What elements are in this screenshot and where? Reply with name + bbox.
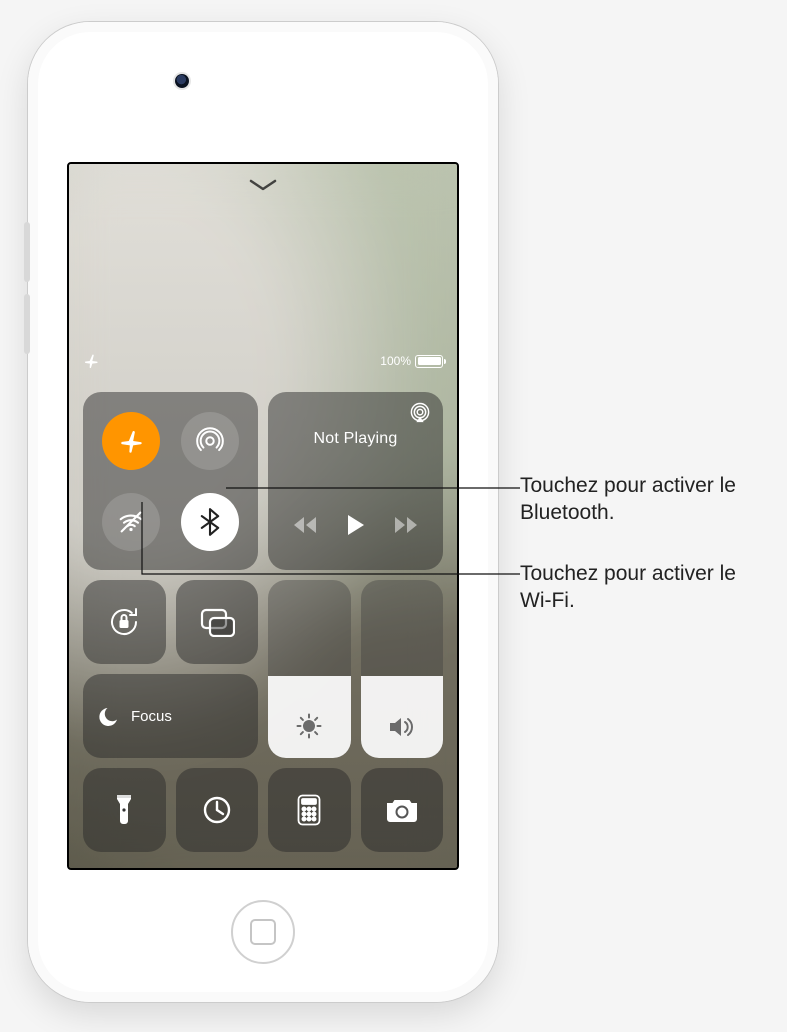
callout-bluetooth: Touchez pour activer le Bluetooth.	[520, 472, 768, 527]
front-camera	[175, 74, 189, 88]
battery-percent: 100%	[380, 354, 411, 368]
brightness-icon	[296, 713, 322, 744]
media-state-label: Not Playing	[268, 430, 443, 448]
airplane-status-icon	[83, 353, 99, 369]
calculator-button[interactable]	[268, 768, 351, 852]
bluetooth-button[interactable]	[181, 493, 239, 551]
volume-slider[interactable]	[361, 580, 444, 758]
focus-label: Focus	[131, 708, 172, 725]
chevron-down-icon[interactable]	[249, 178, 277, 197]
device-frame: 100%	[28, 22, 498, 1002]
control-center: Not Playing	[83, 392, 443, 852]
airdrop-button[interactable]	[181, 412, 239, 470]
home-button[interactable]	[231, 900, 295, 964]
volume-down-physical	[24, 294, 30, 354]
wifi-button[interactable]	[102, 493, 160, 551]
skip-forward-icon[interactable]	[393, 515, 417, 540]
status-bar: 100%	[69, 352, 457, 370]
skip-back-icon[interactable]	[294, 515, 318, 540]
focus-button[interactable]: Focus	[83, 674, 258, 758]
orientation-lock-button[interactable]	[83, 580, 166, 664]
callout-wifi: Touchez pour activer le Wi-Fi.	[520, 560, 768, 615]
battery-icon	[415, 355, 443, 368]
volume-up-physical	[24, 222, 30, 282]
volume-icon	[388, 715, 416, 744]
flashlight-button[interactable]	[83, 768, 166, 852]
timer-button[interactable]	[176, 768, 259, 852]
screen: 100%	[67, 162, 459, 870]
brightness-slider[interactable]	[268, 580, 351, 758]
camera-button[interactable]	[361, 768, 444, 852]
airplane-mode-button[interactable]	[102, 412, 160, 470]
media-panel[interactable]: Not Playing	[268, 392, 443, 570]
play-icon[interactable]	[345, 513, 367, 542]
airplay-audio-icon[interactable]	[409, 402, 431, 429]
moon-icon	[97, 704, 121, 728]
connectivity-panel[interactable]	[83, 392, 258, 570]
screen-mirroring-button[interactable]	[176, 580, 259, 664]
